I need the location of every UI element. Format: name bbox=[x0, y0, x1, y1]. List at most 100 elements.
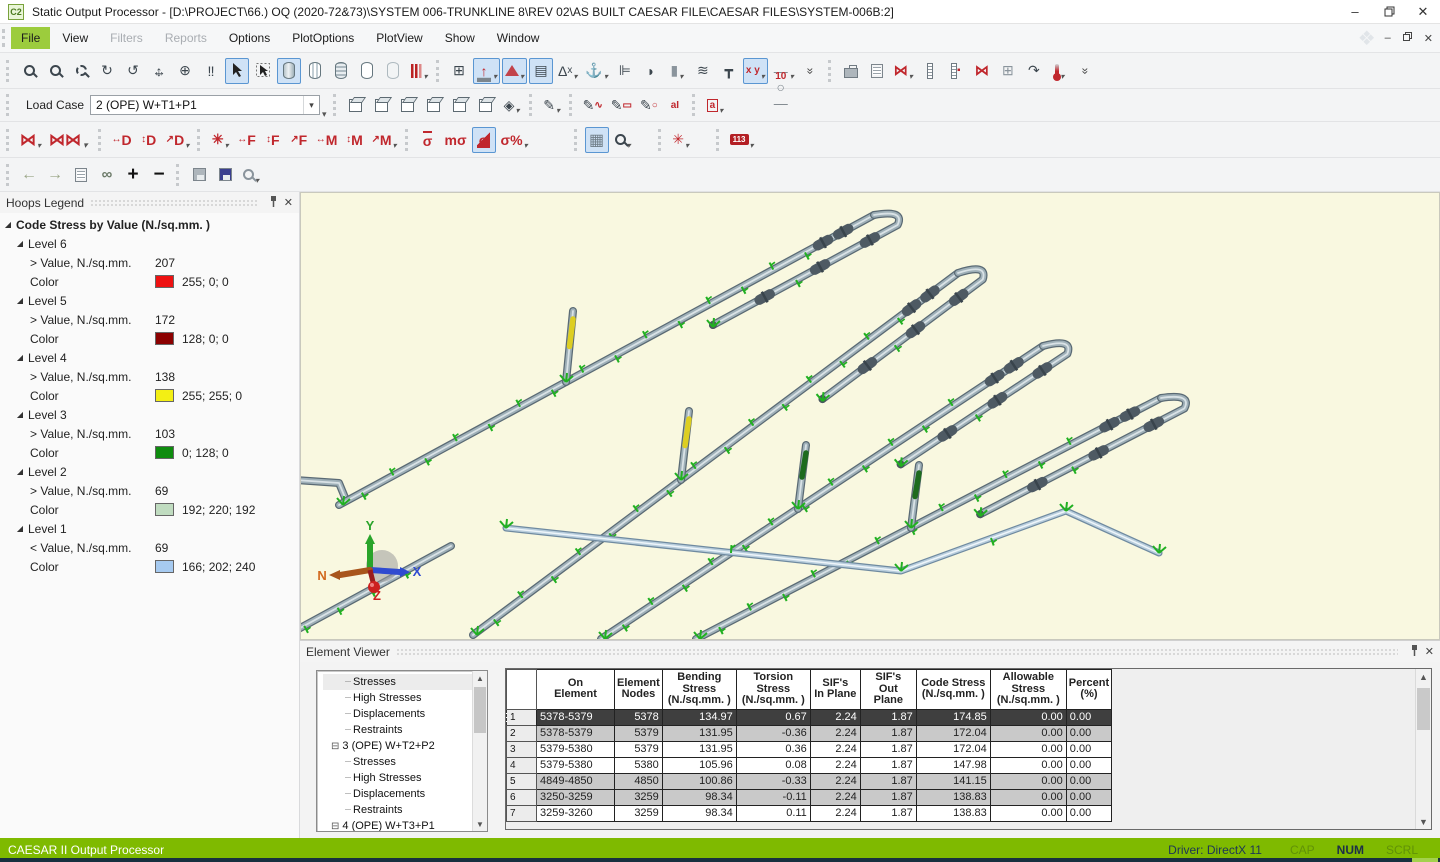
anchors-icon[interactable]: ⚓▾ bbox=[582, 58, 610, 84]
save-icon[interactable] bbox=[187, 162, 211, 188]
flange-check-icon[interactable]: ⊫ bbox=[613, 58, 637, 84]
minimize-button[interactable]: – bbox=[1338, 0, 1372, 23]
tree-item-restraints[interactable]: ┄Restraints bbox=[323, 722, 472, 738]
toolbar-grip[interactable] bbox=[333, 94, 340, 116]
moment-z-icon[interactable]: ↗M▾ bbox=[368, 127, 399, 153]
annotate-pencil-icon[interactable]: ✎▾ bbox=[540, 92, 564, 118]
render-solid-icon[interactable] bbox=[277, 58, 301, 84]
moment-y-icon[interactable]: ↕M bbox=[342, 127, 366, 153]
more-tools-chevron[interactable]: » bbox=[799, 58, 823, 84]
render-mesh-icon[interactable] bbox=[329, 58, 353, 84]
mdi-minimize-button[interactable]: – bbox=[1382, 32, 1394, 44]
report-viewer-icon[interactable] bbox=[865, 58, 889, 84]
overstress-icon[interactable]: σ bbox=[416, 127, 440, 153]
toolbar-grip[interactable] bbox=[176, 164, 183, 186]
draw-ellipse-icon[interactable]: ✎○ bbox=[637, 92, 661, 118]
draw-freehand-icon[interactable]: ✎∿ bbox=[580, 92, 606, 118]
zoom-window-icon[interactable] bbox=[69, 58, 93, 84]
stress-colors-icon[interactable]: σ bbox=[472, 127, 496, 153]
view-iso-se-icon[interactable] bbox=[370, 92, 394, 118]
toolbar-grip[interactable] bbox=[6, 129, 13, 151]
restore-button[interactable] bbox=[1372, 0, 1406, 23]
color-swatch[interactable] bbox=[155, 446, 174, 459]
moment-x-icon[interactable]: ↔M bbox=[313, 127, 341, 153]
view-bottom-icon[interactable] bbox=[474, 92, 498, 118]
table-row[interactable]: 15378-53795378134.970.672.241.87174.850.… bbox=[507, 709, 1112, 725]
collapse-icon[interactable]: ◢ bbox=[12, 524, 28, 533]
node-numbers-icon[interactable]: x y▾ bbox=[743, 58, 768, 84]
save-image-icon[interactable] bbox=[213, 162, 237, 188]
render-outline-icon[interactable] bbox=[355, 58, 379, 84]
tree-item-loadcase-3[interactable]: ⊟3 (OPE) W+T2+P2 bbox=[323, 738, 472, 754]
valve-actuator-icon[interactable]: ⋈ bbox=[970, 58, 994, 84]
table-row[interactable]: 25378-53795379131.95-0.362.241.87172.040… bbox=[507, 725, 1112, 741]
toolbar-grip[interactable] bbox=[692, 94, 699, 116]
mdi-restore-button[interactable] bbox=[1400, 32, 1415, 44]
toolbar-grip[interactable] bbox=[6, 94, 13, 116]
collapse-icon[interactable]: ◢ bbox=[12, 410, 28, 419]
color-swatch[interactable] bbox=[155, 560, 174, 573]
valve-display-icon[interactable]: ⋈▾ bbox=[891, 58, 916, 84]
tee-sif-icon[interactable]: ┳ bbox=[717, 58, 741, 84]
select-icon[interactable] bbox=[225, 58, 249, 84]
text-annotation-icon[interactable]: aI bbox=[663, 92, 687, 118]
force-z-icon[interactable]: ↗F bbox=[287, 127, 311, 153]
force-y-icon[interactable]: ↕F bbox=[261, 127, 285, 153]
menu-window[interactable]: Window bbox=[487, 27, 550, 49]
displacement-y-icon[interactable]: ↕D bbox=[137, 127, 161, 153]
resize-grip[interactable] bbox=[1412, 858, 1438, 862]
toolbar-grip[interactable] bbox=[716, 129, 723, 151]
select-box-icon[interactable] bbox=[251, 58, 275, 84]
element-info-icon[interactable]: ▤ bbox=[529, 58, 553, 84]
color-swatch[interactable] bbox=[155, 389, 174, 402]
toolbar-grip[interactable] bbox=[436, 60, 443, 82]
show-valve-pairs-icon[interactable]: ⋈⋈▾ bbox=[46, 127, 93, 153]
table-io-icon[interactable]: ⊞ bbox=[996, 58, 1020, 84]
scroll-up-icon[interactable]: ▲ bbox=[476, 671, 484, 685]
force-x-icon[interactable]: ↔F bbox=[234, 127, 259, 153]
model-3d-viewport[interactable]: YXNZ bbox=[300, 192, 1440, 640]
table-row[interactable]: 73259-3260325998.340.112.241.87138.830.0… bbox=[507, 805, 1112, 821]
culling-lines-icon[interactable]: ▾ bbox=[407, 58, 431, 84]
ruler-icon[interactable] bbox=[918, 58, 942, 84]
tree-item-stresses[interactable]: ┄Stresses bbox=[323, 754, 472, 770]
close-button[interactable]: ✕ bbox=[1406, 0, 1440, 23]
stress-percent-icon[interactable]: σ%▾ bbox=[498, 127, 531, 153]
pan-icon[interactable]: ↔↕ bbox=[147, 58, 171, 84]
view-back-icon[interactable] bbox=[422, 92, 446, 118]
collapse-icon[interactable]: ◢ bbox=[12, 467, 28, 476]
collapse-icon[interactable]: ◢ bbox=[12, 296, 28, 305]
table-scrollbar[interactable]: ▲ ▼ bbox=[1415, 669, 1431, 829]
pin-icon[interactable] bbox=[1410, 645, 1419, 659]
rotate-icon[interactable]: ↻ bbox=[95, 58, 119, 84]
export-model-icon[interactable]: ↷ bbox=[1022, 58, 1046, 84]
table-row[interactable]: 63250-3259325998.34-0.112.241.87138.830.… bbox=[507, 789, 1112, 805]
view-front-icon[interactable] bbox=[396, 92, 420, 118]
four-views-icon[interactable]: ⊞ bbox=[447, 58, 471, 84]
displacement-z-icon[interactable]: ↗D▾ bbox=[163, 127, 193, 153]
close-panel-icon[interactable]: ✕ bbox=[284, 196, 293, 209]
zoom-in-icon[interactable] bbox=[43, 58, 67, 84]
collapse-icon[interactable]: ◢ bbox=[12, 239, 28, 248]
max-stress-icon[interactable]: mσ bbox=[442, 127, 470, 153]
toolbar-grip[interactable] bbox=[6, 60, 13, 82]
menu-file[interactable]: File bbox=[11, 27, 50, 49]
compass-icon[interactable]: ◈▾ bbox=[500, 92, 524, 118]
mdi-close-button[interactable]: ✕ bbox=[1421, 32, 1436, 45]
thermometer-icon[interactable]: ▾ bbox=[1048, 58, 1072, 84]
color-swatch[interactable] bbox=[155, 503, 174, 516]
tree-item-stresses[interactable]: ┄Stresses bbox=[323, 674, 472, 690]
toolbar-grip[interactable] bbox=[197, 129, 204, 151]
table-row[interactable]: 35379-53805379131.950.362.241.87172.040.… bbox=[507, 741, 1112, 757]
center-of-gravity-icon[interactable]: ✳▾ bbox=[669, 127, 693, 153]
menu-show[interactable]: Show bbox=[435, 27, 485, 49]
find-icon[interactable]: ∞ bbox=[95, 162, 119, 188]
displacement-x-icon[interactable]: ↔D bbox=[109, 127, 135, 153]
scroll-down-icon[interactable]: ▼ bbox=[476, 817, 484, 831]
menu-view[interactable]: View bbox=[52, 27, 98, 49]
forward-icon[interactable]: → bbox=[43, 162, 67, 188]
load-case-more-dropdown[interactable]: ▾ bbox=[322, 109, 327, 121]
tree-item-high-stresses[interactable]: ┄High Stresses bbox=[323, 690, 472, 706]
view-iso-sw-icon[interactable] bbox=[344, 92, 368, 118]
tree-item-high-stresses[interactable]: ┄High Stresses bbox=[323, 770, 472, 786]
